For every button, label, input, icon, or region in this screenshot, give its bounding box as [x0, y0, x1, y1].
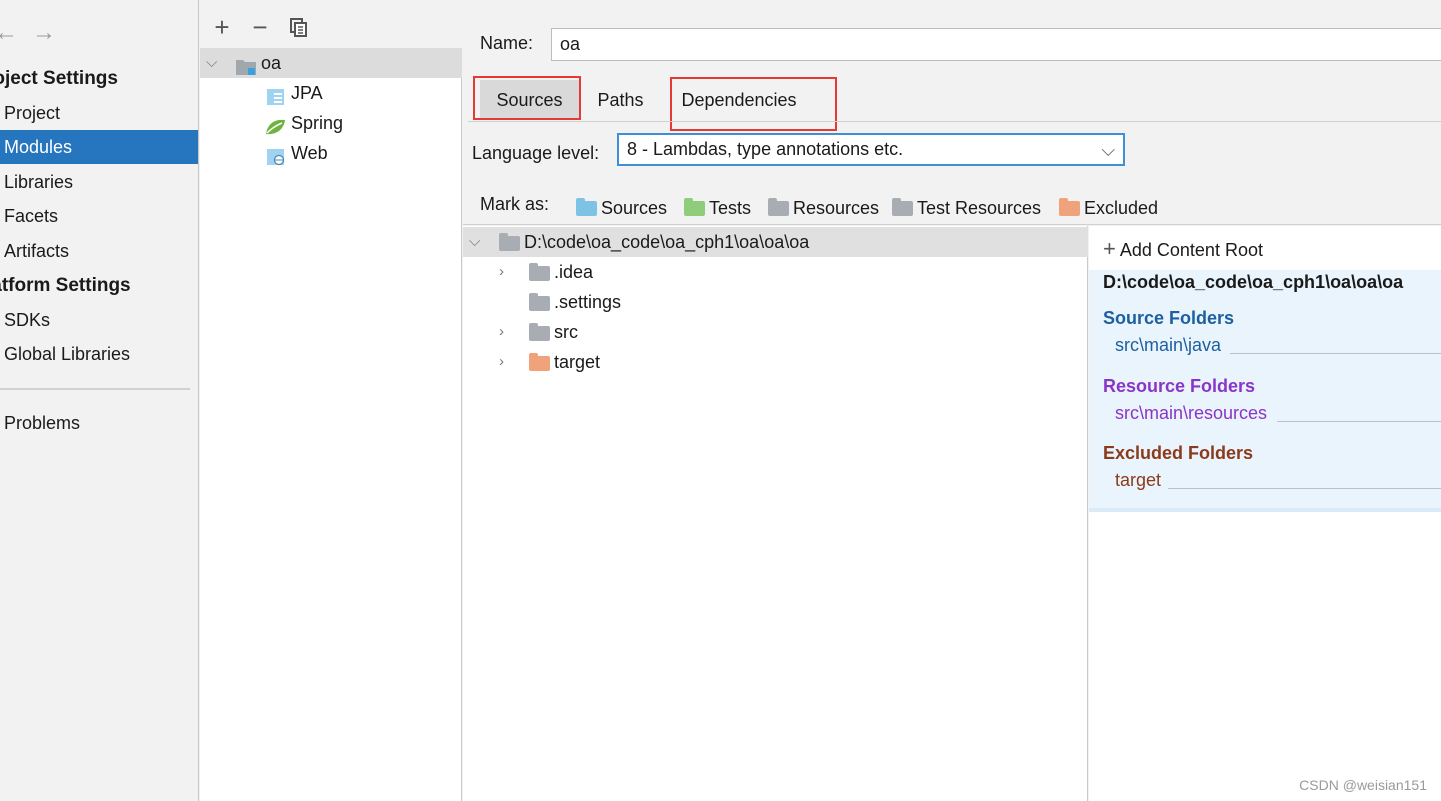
resource-folders-title: Resource Folders	[1103, 376, 1256, 396]
chevron-down-icon[interactable]: ⌵	[206, 48, 217, 78]
tree-label: .settings	[554, 292, 622, 312]
folder-icon	[529, 323, 550, 341]
content-root-panel: + Add Content Root D:\code\oa_code\oa_cp…	[1089, 226, 1441, 801]
tree-label: D:\code\oa_code\oa_cph1\oa\oa\oa	[524, 232, 810, 252]
mark-label: Excluded	[1084, 197, 1159, 218]
source-folders-title: Source Folders	[1103, 308, 1235, 328]
chevron-down-icon[interactable]: ⌵	[469, 227, 480, 257]
resources-folder-icon	[768, 197, 789, 216]
excluded-folder-icon	[1059, 197, 1080, 216]
facet-row-spring[interactable]: Spring	[200, 108, 462, 138]
sources-folder-icon	[576, 197, 597, 216]
facet-label: JPA	[291, 83, 323, 103]
language-level-value: 8 - Lambdas, type annotations etc.	[627, 139, 904, 159]
tree-row-settings[interactable]: .settings	[463, 287, 1088, 317]
mark-label: Test Resources	[917, 197, 1042, 218]
tree-row-src[interactable]: › src	[463, 317, 1088, 347]
source-entry-underline	[1230, 353, 1441, 354]
tests-folder-icon	[684, 197, 705, 216]
sidebar-divider	[0, 388, 190, 390]
web-icon	[266, 145, 286, 175]
module-name-input[interactable]: oa	[551, 28, 1441, 61]
add-icon[interactable]: +	[210, 14, 234, 40]
content-root-box: D:\code\oa_code\oa_cph1\oa\oa\oa Source …	[1089, 270, 1441, 512]
tab-paths[interactable]: Paths	[583, 80, 658, 120]
sidebar-item-modules[interactable]: Modules	[0, 130, 198, 164]
sidebar-item-problems[interactable]: Problems	[0, 406, 198, 440]
language-level-select[interactable]: 8 - Lambdas, type annotations etc. ⌵	[617, 133, 1125, 166]
mark-as-excluded[interactable]: Excluded	[1059, 196, 1158, 220]
excluded-folders-title: Excluded Folders	[1103, 443, 1254, 463]
content-root-row[interactable]: ⌵ D:\code\oa_code\oa_cph1\oa\oa\oa	[463, 227, 1088, 257]
language-level-label: Language level:	[472, 143, 600, 163]
tree-label: .idea	[554, 262, 594, 282]
chevron-right-icon[interactable]: ›	[499, 257, 504, 287]
copy-icon[interactable]	[287, 15, 311, 39]
test-resources-folder-icon	[892, 197, 913, 216]
mark-as-label: Mark as:	[480, 194, 550, 214]
tabs-divider	[468, 121, 1441, 122]
plus-icon: +	[1103, 236, 1116, 261]
mark-label: Resources	[793, 197, 880, 218]
module-row-oa[interactable]: ⌵ oa	[200, 48, 462, 78]
mark-as-divider	[463, 224, 1441, 225]
back-arrow-icon[interactable]: ←	[0, 20, 18, 46]
facet-label: Web	[291, 143, 328, 163]
folder-icon	[529, 293, 550, 311]
facet-row-jpa[interactable]: JPA	[200, 78, 462, 108]
sidebar-item-project[interactable]: Project	[0, 96, 198, 130]
section-platform-settings: latform Settings	[0, 275, 131, 296]
sidebar-item-artifacts[interactable]: Artifacts	[0, 234, 198, 268]
module-settings: Name: oa Sources Paths Dependencies Lang…	[463, 0, 1441, 801]
folder-icon	[499, 233, 520, 251]
tree-label: src	[554, 322, 578, 342]
add-content-root-button[interactable]: + Add Content Root	[1103, 236, 1263, 262]
sidebar-item-libraries[interactable]: Libraries	[0, 165, 198, 199]
tree-row-idea[interactable]: › .idea	[463, 257, 1088, 287]
mark-as-resources[interactable]: Resources	[768, 196, 879, 220]
chevron-right-icon[interactable]: ›	[499, 317, 504, 347]
sidebar-item-sdks[interactable]: SDKs	[0, 303, 198, 337]
name-label: Name:	[480, 33, 534, 53]
excluded-folder-icon	[529, 353, 550, 371]
chevron-right-icon[interactable]: ›	[499, 347, 504, 377]
sidebar-item-global-libraries[interactable]: Global Libraries	[0, 337, 198, 371]
mark-label: Tests	[709, 197, 752, 218]
facet-label: Spring	[291, 113, 344, 133]
tree-row-target[interactable]: › target	[463, 347, 1088, 377]
remove-icon[interactable]: −	[248, 14, 272, 40]
folder-icon	[529, 263, 550, 281]
resource-folder-entry[interactable]: src\main\resources	[1115, 403, 1267, 424]
content-root-path: D:\code\oa_code\oa_cph1\oa\oa\oa	[1103, 272, 1404, 292]
add-content-root-label: Add Content Root	[1119, 240, 1263, 260]
module-toolbar: + −	[200, 0, 462, 48]
mark-as-tests[interactable]: Tests	[684, 196, 751, 220]
module-tree-panel: + − ⌵ oa JPA Spring Web	[200, 0, 462, 801]
facet-row-web[interactable]: Web	[200, 138, 462, 168]
content-tree: ⌵ D:\code\oa_code\oa_cph1\oa\oa\oa › .id…	[463, 226, 1088, 801]
watermark: CSDN @weisian151	[1299, 777, 1427, 793]
mark-label: Sources	[601, 197, 668, 218]
tab-sources[interactable]: Sources	[480, 80, 579, 120]
source-folder-entry[interactable]: src\main\java	[1115, 335, 1221, 356]
nav-arrows: ← →	[0, 20, 56, 46]
excluded-entry-underline	[1168, 488, 1441, 489]
module-name: oa	[261, 53, 282, 73]
excluded-folder-entry[interactable]: target	[1115, 470, 1161, 491]
sidebar-item-facets[interactable]: Facets	[0, 199, 198, 233]
section-project-settings: roject Settings	[0, 68, 118, 89]
chevron-down-icon: ⌵	[1101, 140, 1115, 160]
tree-label: target	[554, 352, 601, 372]
forward-arrow-icon[interactable]: →	[32, 20, 56, 46]
resource-entry-underline	[1277, 421, 1441, 422]
mark-as-sources[interactable]: Sources	[576, 196, 667, 220]
settings-sidebar: ← → roject Settings Project Modules Libr…	[0, 0, 199, 801]
tab-dependencies[interactable]: Dependencies	[671, 80, 807, 120]
mark-as-test-resources[interactable]: Test Resources	[892, 196, 1041, 220]
